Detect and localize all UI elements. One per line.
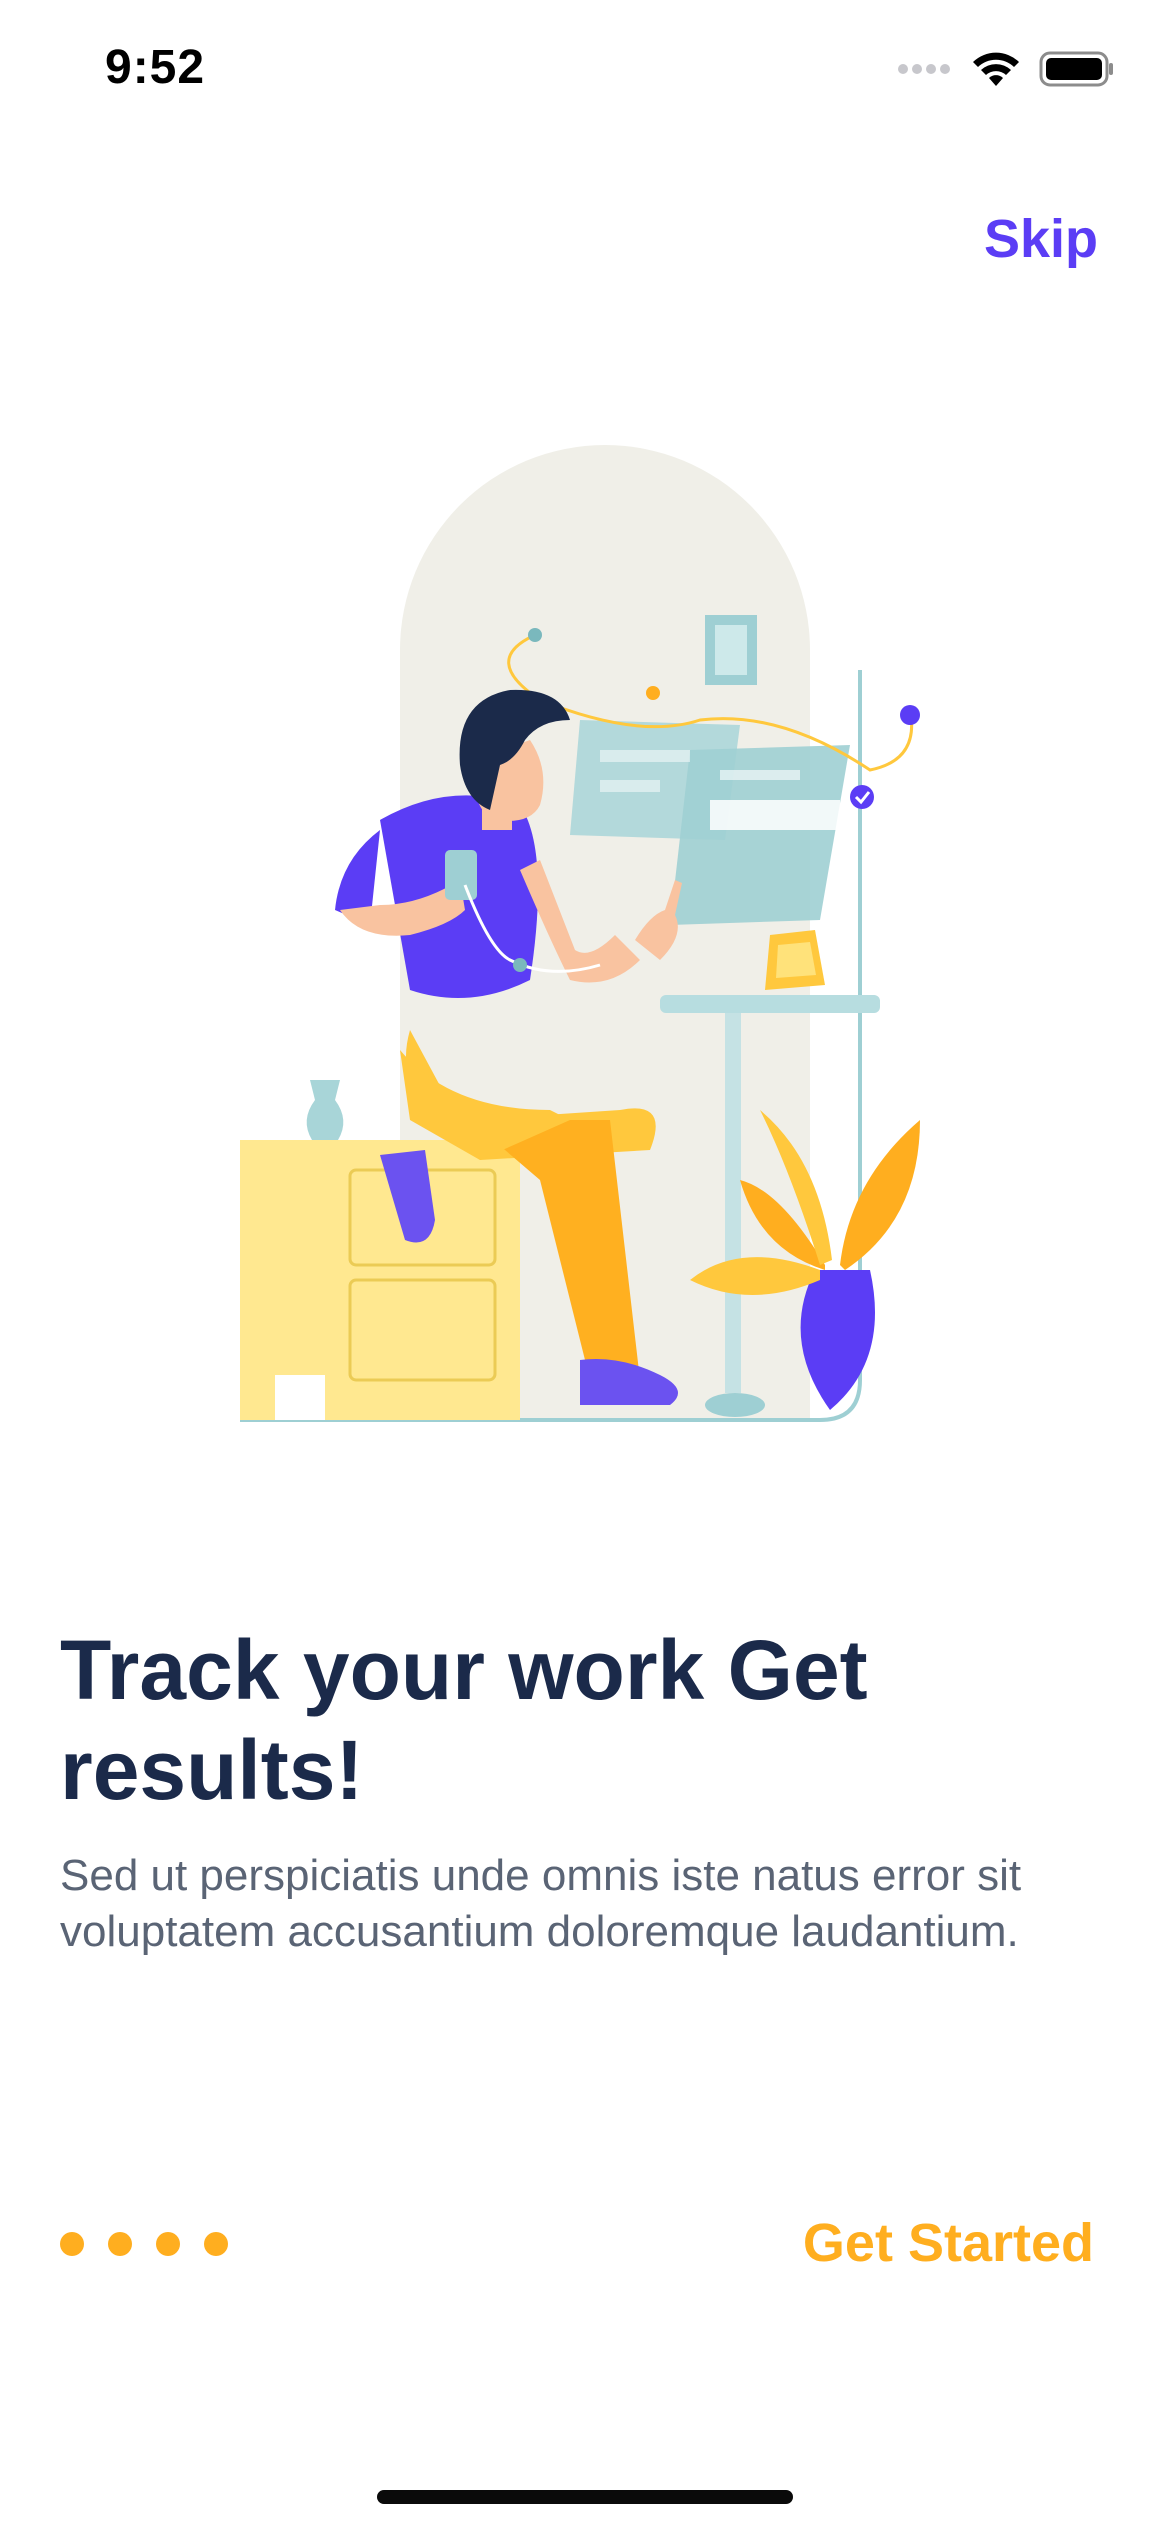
onboarding-title: Track your work Get results! bbox=[60, 1623, 868, 1817]
page-dot[interactable] bbox=[60, 2232, 84, 2256]
onboarding-screen: 9:52 Skip Track your work Get results! S… bbox=[0, 0, 1170, 2532]
page-dot[interactable] bbox=[156, 2232, 180, 2256]
signal-icon bbox=[898, 64, 950, 74]
wifi-icon bbox=[973, 52, 1019, 86]
person-working-illustration bbox=[240, 445, 920, 1422]
status-time: 9:52 bbox=[105, 41, 206, 94]
status-icons bbox=[897, 50, 1115, 88]
page-dot[interactable] bbox=[108, 2232, 132, 2256]
status-bar: 9:52 bbox=[0, 0, 1170, 140]
page-indicator bbox=[60, 2232, 228, 2256]
battery-icon bbox=[1039, 51, 1113, 87]
page-dot[interactable] bbox=[204, 2232, 228, 2256]
get-started-button[interactable]: Get Started bbox=[803, 2212, 1094, 2274]
onboarding-description: Sed ut perspiciatis unde omnis iste natu… bbox=[60, 1851, 1022, 1956]
home-indicator[interactable] bbox=[377, 2490, 793, 2504]
skip-button[interactable]: Skip bbox=[984, 208, 1098, 270]
